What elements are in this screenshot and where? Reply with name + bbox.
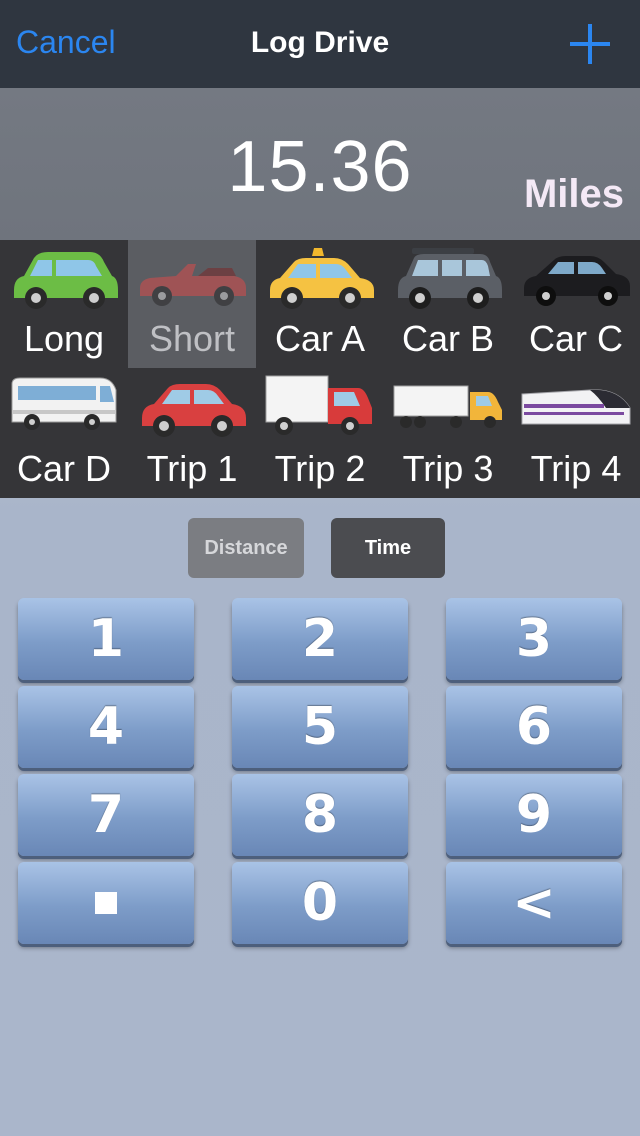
key-5[interactable]: 5 [232, 686, 408, 768]
black-sedan-icon [524, 256, 630, 306]
bus-icon [11, 377, 117, 430]
unit-label: Miles [523, 172, 624, 216]
vehicle-trip-3[interactable]: Trip 3 [384, 368, 512, 498]
backspace-key[interactable]: < [446, 862, 622, 944]
time-mode-button[interactable]: Time [331, 518, 445, 578]
key-0[interactable]: 0 [232, 862, 408, 944]
box-truck-icon [265, 375, 372, 435]
red-convertible-icon [140, 264, 246, 306]
vehicle-trip-2[interactable]: Trip 2 [256, 368, 384, 498]
value-display: 15.36 Miles [0, 88, 640, 240]
vehicle-car-a[interactable]: Car A [256, 240, 384, 368]
vehicle-label: Car C [528, 318, 623, 359]
vehicle-label: Car D [16, 448, 111, 489]
distance-mode-button[interactable]: Distance [188, 518, 304, 578]
decimal-point-key[interactable] [18, 862, 194, 944]
nav-bar: Cancel Log Drive [0, 0, 640, 88]
vehicle-long[interactable]: Long [0, 240, 128, 368]
vehicle-grid: Long Short Car A Car B Car C Car D Trip … [0, 240, 640, 498]
key-6[interactable]: 6 [446, 686, 622, 768]
vehicle-label: Trip 3 [402, 448, 494, 489]
key-1[interactable]: 1 [18, 598, 194, 680]
plus-icon[interactable] [570, 24, 610, 64]
semi-truck-icon [393, 385, 502, 428]
key-7[interactable]: 7 [18, 774, 194, 856]
key-3[interactable]: 3 [446, 598, 622, 680]
vehicle-short[interactable]: Short [128, 240, 256, 368]
green-hatchback-icon [14, 252, 118, 309]
vehicle-trip-4[interactable]: Trip 4 [512, 368, 640, 498]
vehicle-label: Trip 4 [530, 448, 622, 489]
vehicle-label: Car B [401, 318, 495, 359]
vehicle-label: Car A [274, 318, 366, 359]
vehicle-label: Trip 1 [146, 448, 238, 489]
key-4[interactable]: 4 [18, 686, 194, 768]
vehicle-label: Trip 2 [274, 448, 366, 489]
taxi-icon [270, 248, 374, 309]
vehicle-car-c[interactable]: Car C [512, 240, 640, 368]
red-car-icon [142, 384, 246, 437]
suv-icon [398, 248, 502, 309]
key-8[interactable]: 8 [232, 774, 408, 856]
key-2[interactable]: 2 [232, 598, 408, 680]
vehicle-label: Long [23, 318, 105, 359]
vehicle-car-b[interactable]: Car B [384, 240, 512, 368]
key-9[interactable]: 9 [446, 774, 622, 856]
vehicle-trip-1[interactable]: Trip 1 [128, 368, 256, 498]
page-title: Log Drive [250, 26, 390, 59]
vehicle-label: Short [148, 318, 236, 359]
vehicle-car-d[interactable]: Car D [0, 368, 128, 498]
bullet-train-icon [521, 389, 631, 425]
